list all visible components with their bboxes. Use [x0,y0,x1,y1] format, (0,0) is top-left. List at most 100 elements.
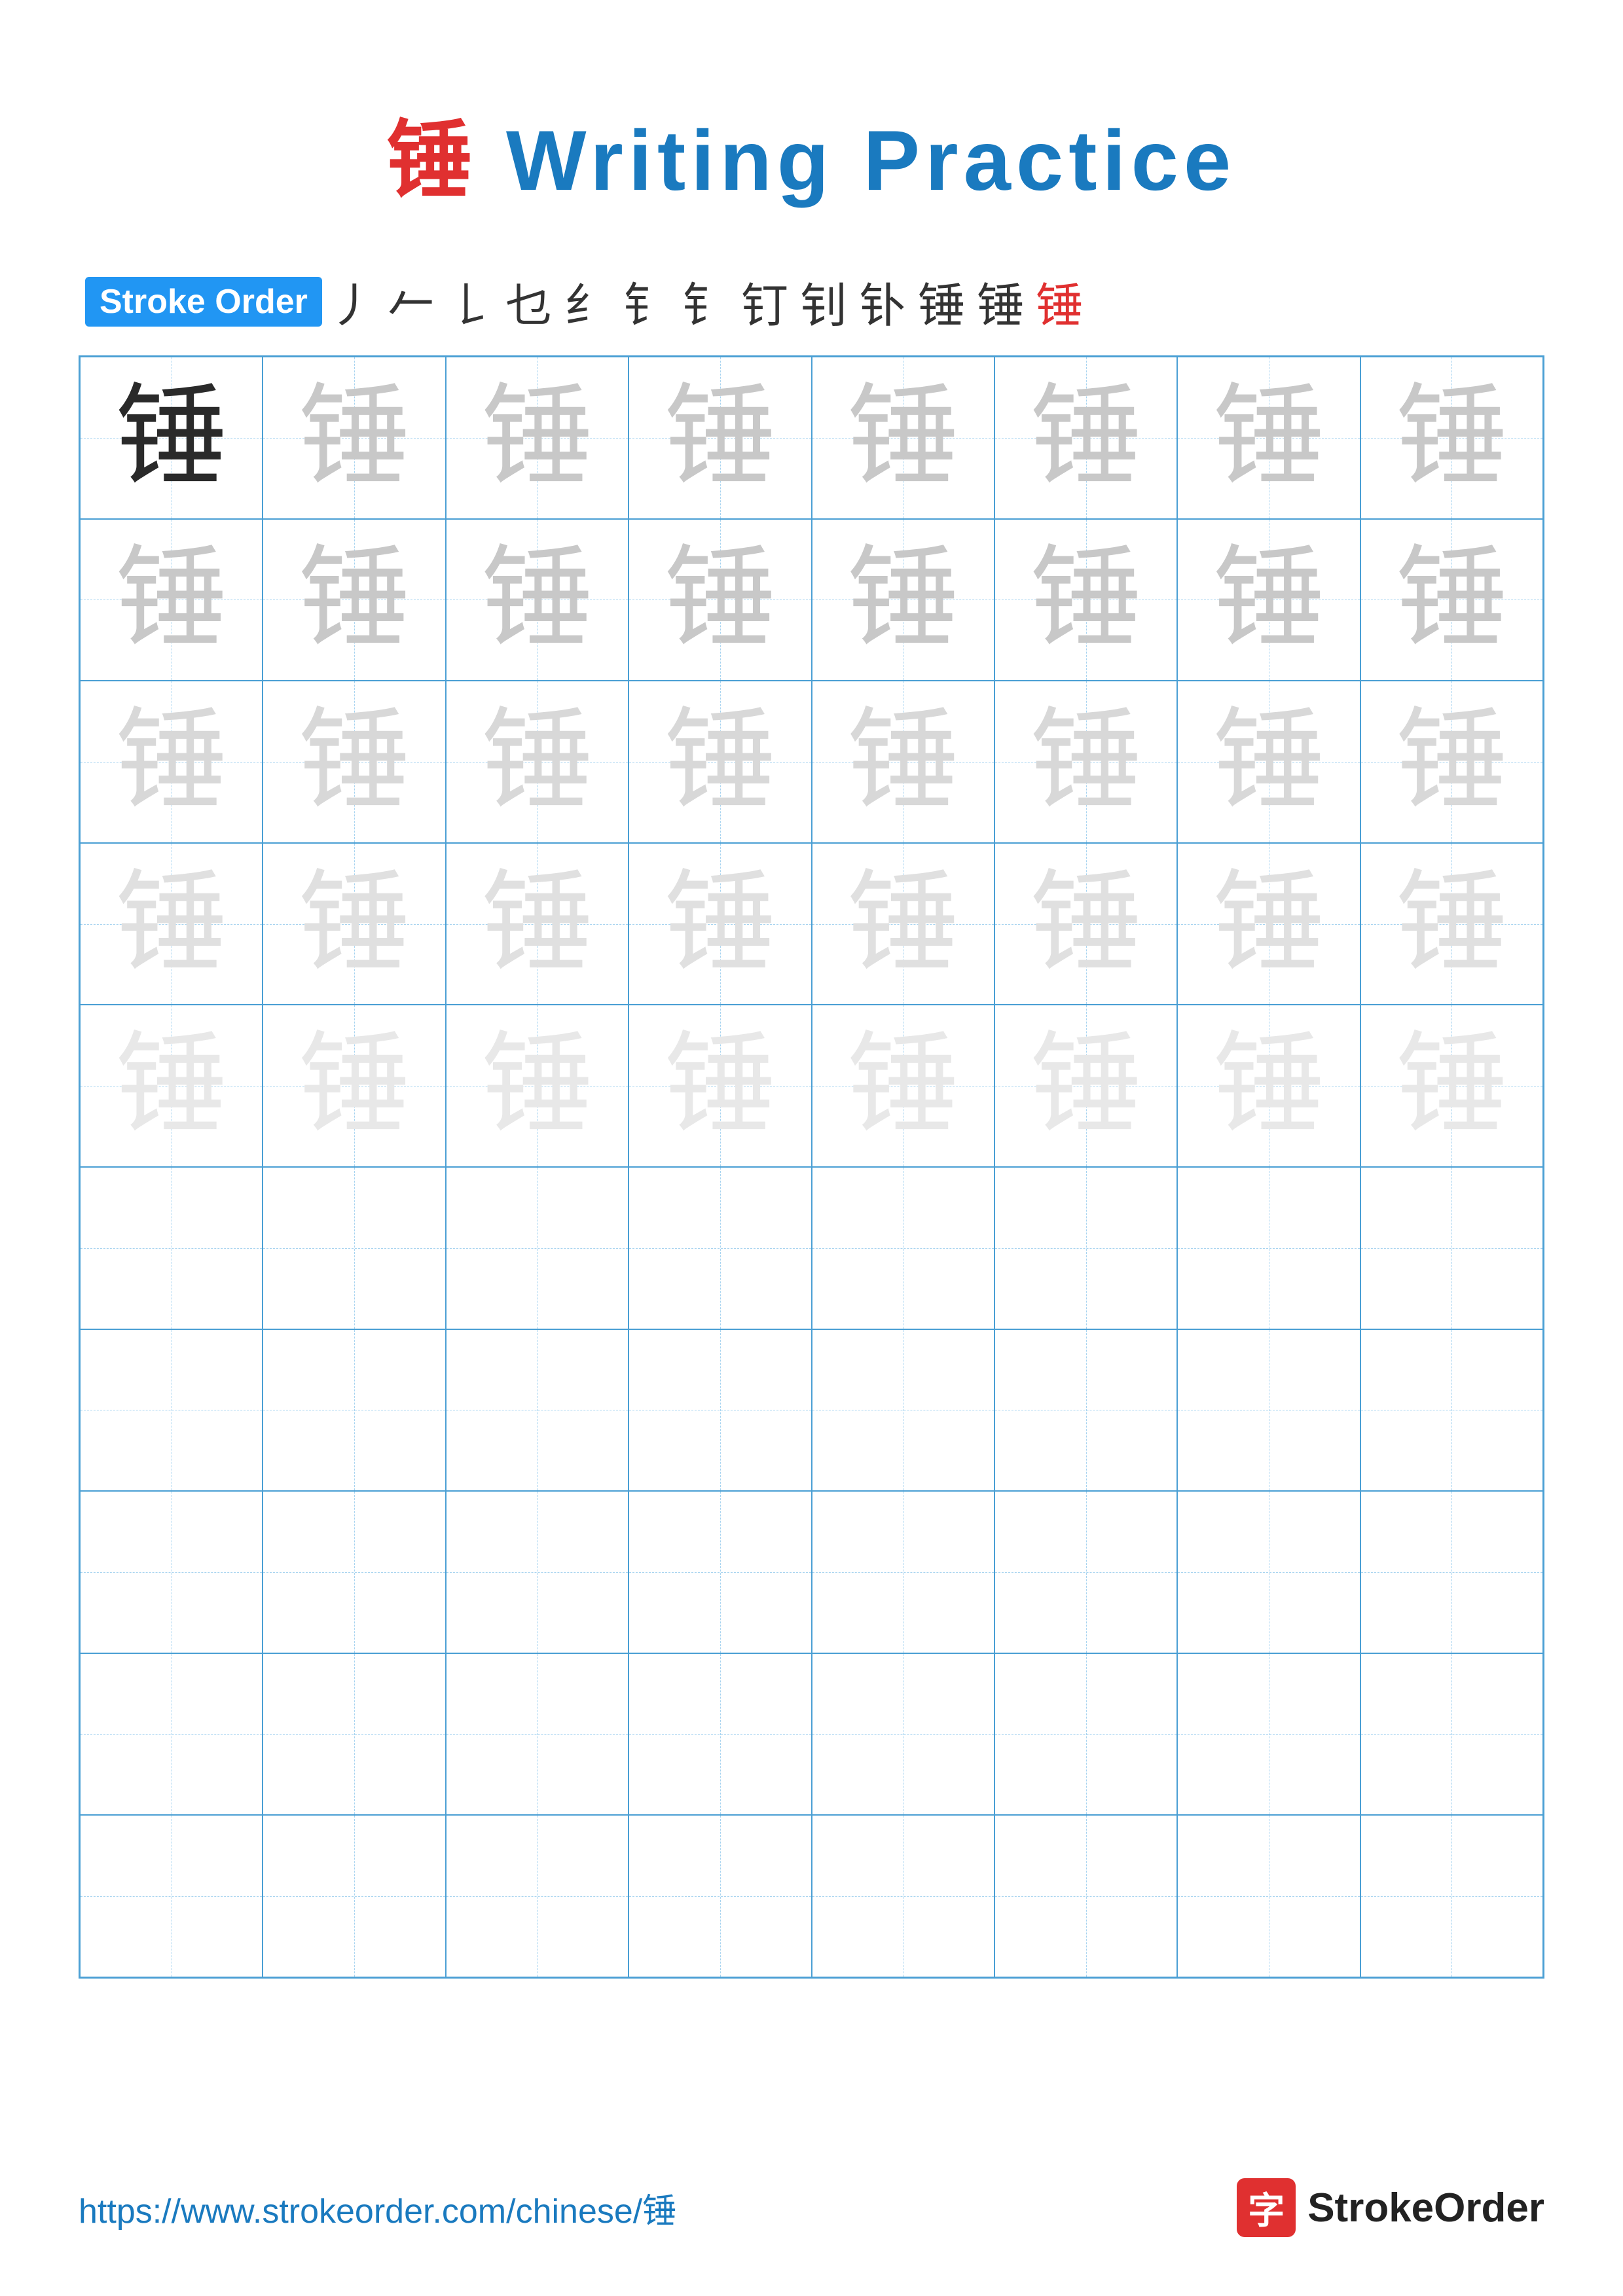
grid-cell[interactable] [80,1653,263,1816]
grid-cell[interactable] [994,1491,1177,1653]
grid-cell[interactable]: 锤 [1177,843,1360,1005]
practice-char: 锤 [1030,706,1142,817]
footer-url[interactable]: https://www.strokeorder.com/chinese/锤 [79,2183,676,2233]
grid-cell[interactable] [80,1329,263,1492]
stroke-10: 钋 [859,267,906,336]
grid-cell[interactable] [812,1329,994,1492]
grid-cell[interactable] [812,1167,994,1329]
practice-char: 锤 [847,544,958,655]
grid-cell[interactable]: 锤 [629,1005,811,1167]
grid-cell[interactable]: 锤 [80,681,263,843]
grid-cell[interactable]: 锤 [446,681,629,843]
grid-cell[interactable] [1177,1653,1360,1816]
grid-cell[interactable] [1360,1491,1543,1653]
stroke-3: 𠄌 [447,267,494,336]
stroke-final: 锤 [1036,267,1083,336]
practice-char: 锤 [847,1030,958,1141]
grid-cell[interactable]: 锤 [812,357,994,519]
grid-cell[interactable]: 锤 [629,843,811,1005]
grid-cell[interactable] [994,1653,1177,1816]
grid-cell[interactable] [263,1167,445,1329]
grid-cell[interactable]: 锤 [1360,843,1543,1005]
grid-cell[interactable] [1177,1329,1360,1492]
grid-cell[interactable]: 锤 [994,1005,1177,1167]
grid-cell[interactable]: 锤 [994,681,1177,843]
stroke-4: 乜 [505,267,553,336]
grid-cell[interactable] [263,1329,445,1492]
grid-cell[interactable]: 锤 [629,519,811,681]
grid-cell[interactable] [629,1329,811,1492]
grid-cell[interactable]: 锤 [1177,681,1360,843]
grid-cell[interactable]: 锤 [1360,681,1543,843]
grid-cell[interactable] [80,1167,263,1329]
practice-char: 锤 [116,382,227,493]
practice-char: 锤 [481,869,593,980]
grid-cell[interactable] [80,1491,263,1653]
grid-cell[interactable]: 锤 [1360,1005,1543,1167]
grid-cell[interactable] [629,1491,811,1653]
grid-cell[interactable]: 锤 [446,843,629,1005]
grid-cell[interactable]: 锤 [994,519,1177,681]
grid-cell[interactable]: 锤 [812,1005,994,1167]
grid-cell[interactable]: 锤 [263,681,445,843]
grid-cell[interactable]: 锤 [629,357,811,519]
grid-cell[interactable] [994,1329,1177,1492]
grid-cell[interactable] [1360,1329,1543,1492]
grid-cell[interactable] [812,1491,994,1653]
grid-cell[interactable]: 锤 [263,519,445,681]
grid-cell[interactable]: 锤 [446,357,629,519]
grid-cell[interactable] [1177,1491,1360,1653]
grid-cell[interactable]: 锤 [80,519,263,681]
grid-cell[interactable]: 锤 [1360,519,1543,681]
practice-char: 锤 [481,706,593,817]
grid-cell[interactable] [446,1653,629,1816]
practice-char: 锤 [299,382,410,493]
grid-cell[interactable] [1177,1167,1360,1329]
grid-cell[interactable]: 锤 [994,843,1177,1005]
practice-char: 锤 [299,1030,410,1141]
grid-cell[interactable]: 锤 [263,843,445,1005]
grid-cell[interactable]: 锤 [263,357,445,519]
grid-cell[interactable] [994,1815,1177,1977]
grid-cell[interactable] [80,1815,263,1977]
grid-cell[interactable]: 锤 [446,519,629,681]
grid-cell[interactable]: 锤 [812,519,994,681]
grid-cell[interactable] [629,1815,811,1977]
grid-cell[interactable] [1177,1815,1360,1977]
grid-cell[interactable]: 锤 [80,843,263,1005]
practice-char: 锤 [116,544,227,655]
grid-cell[interactable]: 锤 [994,357,1177,519]
grid-cell[interactable]: 锤 [80,357,263,519]
grid-cell[interactable] [263,1653,445,1816]
grid-cell[interactable]: 锤 [446,1005,629,1167]
grid-cell[interactable]: 锤 [1177,519,1360,681]
grid-cell[interactable] [812,1815,994,1977]
grid-cell[interactable]: 锤 [629,681,811,843]
grid-cell[interactable] [446,1491,629,1653]
grid-cell[interactable] [263,1491,445,1653]
grid-cell[interactable] [629,1653,811,1816]
grid-cell[interactable]: 锤 [1360,357,1543,519]
grid-cell[interactable]: 锤 [80,1005,263,1167]
stroke-11: 锤 [918,267,965,336]
grid-cell[interactable]: 锤 [1177,357,1360,519]
grid-cell[interactable] [1360,1653,1543,1816]
grid-cell[interactable] [446,1167,629,1329]
grid-cell[interactable]: 锤 [812,681,994,843]
grid-cell[interactable] [812,1653,994,1816]
grid-cell[interactable] [1360,1815,1543,1977]
grid-cell[interactable] [446,1329,629,1492]
practice-char: 锤 [1030,382,1142,493]
grid-cell[interactable]: 锤 [263,1005,445,1167]
stroke-2: 𠂉 [388,267,435,336]
grid-cell[interactable] [446,1815,629,1977]
grid-cell[interactable] [994,1167,1177,1329]
grid-cell[interactable]: 锤 [1177,1005,1360,1167]
grid-cell[interactable] [263,1815,445,1977]
stroke-order-badge: Stroke Order [85,277,322,327]
grid-cell[interactable] [1360,1167,1543,1329]
grid-cell[interactable] [629,1167,811,1329]
practice-char: 锤 [847,869,958,980]
practice-char: 锤 [1030,869,1142,980]
grid-cell[interactable]: 锤 [812,843,994,1005]
